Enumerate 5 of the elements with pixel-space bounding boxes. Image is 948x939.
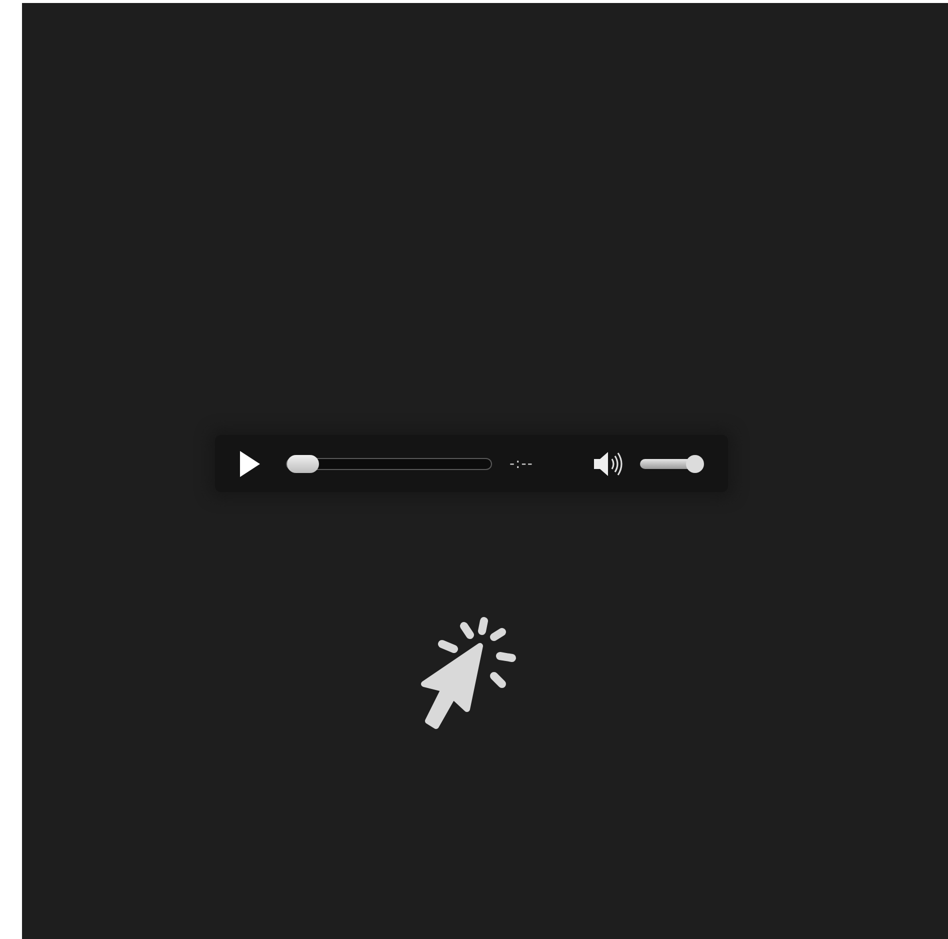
progress-thumb[interactable] — [286, 454, 318, 472]
volume-thumb[interactable] — [686, 454, 704, 472]
play-button[interactable] — [238, 450, 260, 478]
play-icon — [238, 450, 260, 478]
time-display: -:-- — [510, 456, 534, 472]
